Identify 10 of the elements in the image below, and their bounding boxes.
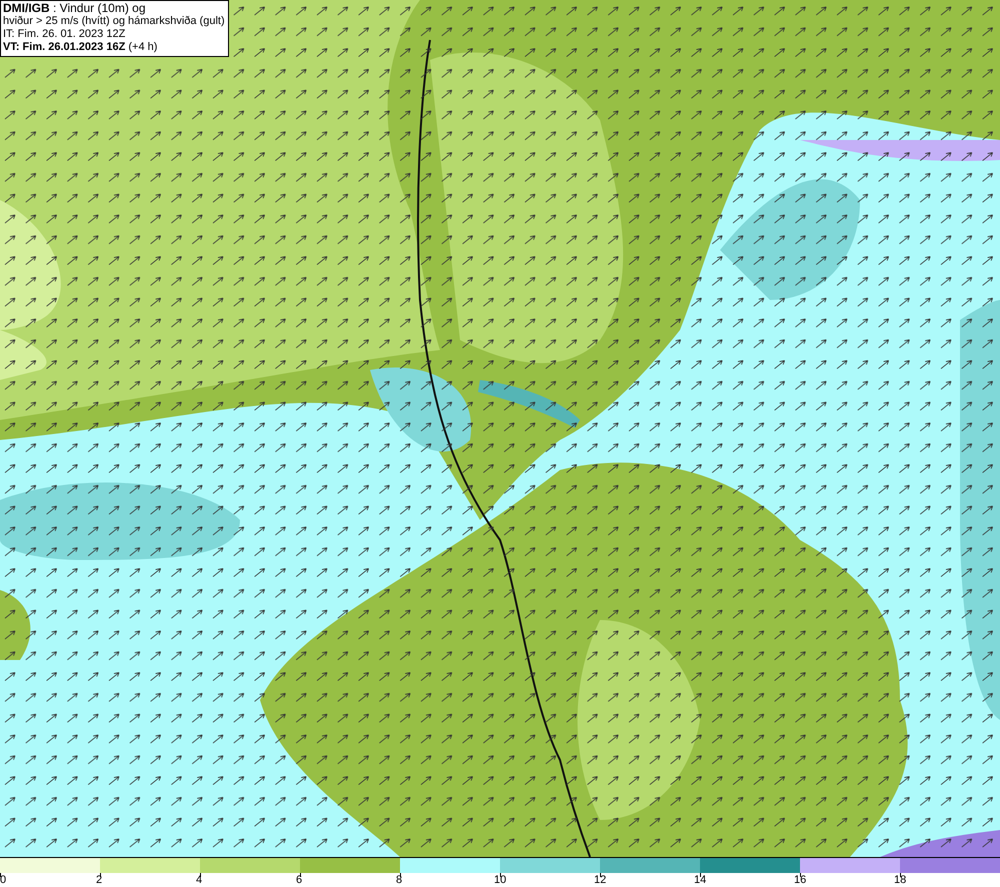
- legend-label: 16: [794, 874, 806, 887]
- info-line: IT: Fim. 26. 01. 2023 12Z: [3, 28, 126, 41]
- info-line: DMI/IGB : Vindur (10m) og: [3, 2, 146, 15]
- legend-label: 14: [694, 874, 706, 887]
- legend-label: 18: [894, 874, 906, 887]
- info-line: hviður > 25 m/s (hvítt) og hámarkshviða (gult): [3, 15, 225, 28]
- info-line: VT: Fim. 26.01.2023 16Z (+4 h): [3, 41, 158, 54]
- legend-label: 0: [0, 874, 6, 887]
- legend-label: 10: [494, 874, 506, 887]
- legend-label: 12: [594, 874, 606, 887]
